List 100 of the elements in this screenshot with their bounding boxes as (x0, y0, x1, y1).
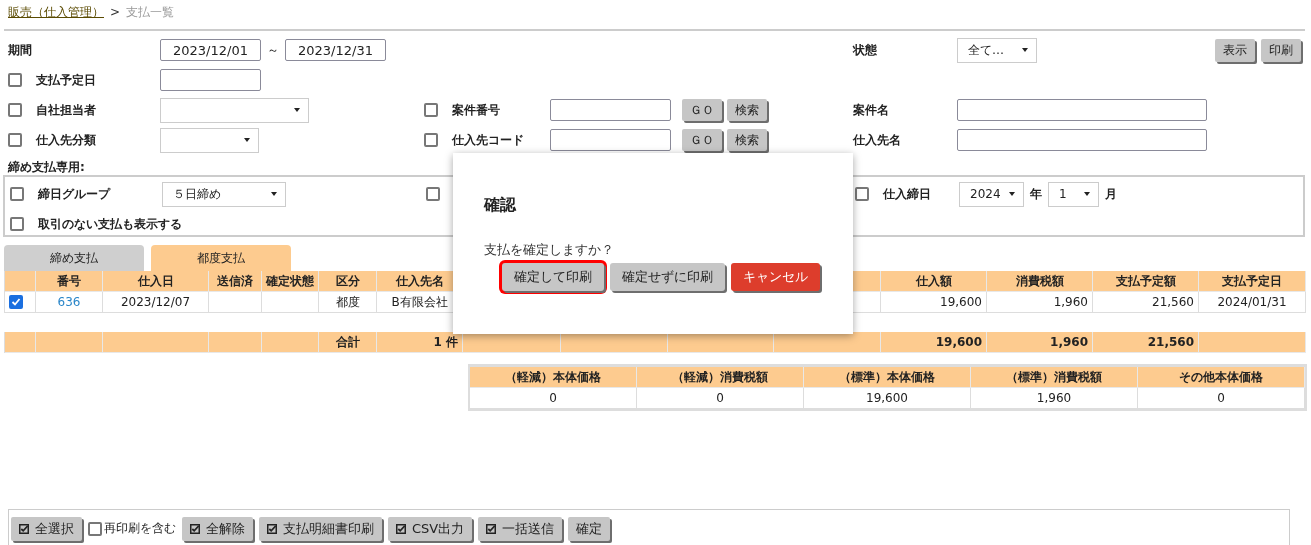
table-cell: 2023/12/07 (103, 292, 209, 313)
table-cell: 1,960 (971, 388, 1138, 409)
header-cell: 仕入額 (881, 271, 987, 292)
dialog-button[interactable]: 確定せずに印刷 (610, 263, 725, 291)
checkbox[interactable] (8, 103, 22, 117)
header-cell: 区分 (319, 271, 377, 292)
table-cell: 1,960 (987, 292, 1093, 313)
checkbox-icon (190, 523, 200, 534)
caret-icon (271, 192, 277, 196)
unit-label: 月 (1105, 185, 1117, 203)
header-cell: 支払予定額 (1093, 271, 1199, 292)
caret-icon (294, 108, 300, 112)
caret-icon (1022, 48, 1028, 52)
table-cell: 19,600 (804, 388, 971, 409)
field-label: 仕入先コード (452, 131, 524, 149)
header-cell: 仕入日 (103, 271, 209, 292)
search-button[interactable]: 検索 (727, 129, 767, 151)
field-label: 案件番号 (452, 101, 500, 119)
toolbar-button[interactable]: 支払明細書印刷 (259, 516, 382, 541)
table-cell: 21,560 (1093, 292, 1199, 313)
header-cell: （標準）本体価格 (804, 367, 971, 388)
total-cell: 1 件 (377, 332, 463, 353)
date-field[interactable]: 2023/12/01 (160, 39, 261, 61)
header-cell: （標準）消費税額 (971, 367, 1138, 388)
section-title: 締め支払専用: (7, 159, 86, 175)
caret-icon (244, 138, 250, 142)
toolbar-button[interactable]: 全選択 (11, 516, 82, 541)
header-cell: （軽減）本体価格 (470, 367, 637, 388)
field-label: 仕入先分類 (36, 131, 96, 149)
field-label: 状態 (853, 41, 877, 59)
dialog-button[interactable]: キャンセル (731, 263, 820, 291)
checkbox[interactable] (424, 133, 438, 147)
toolbar-button[interactable]: 一括送信 (478, 516, 563, 541)
checkbox[interactable] (855, 187, 869, 201)
status-select[interactable]: 全て… (957, 37, 1037, 63)
field-label: 期間 (8, 41, 32, 59)
breadcrumb-link[interactable]: 販売（仕入管理） (8, 3, 104, 21)
tab[interactable]: 締め支払 (4, 245, 144, 271)
checkbox-icon (19, 523, 29, 534)
tab[interactable]: 都度支払 (151, 245, 291, 271)
year-select[interactable]: 2024 (959, 181, 1024, 207)
header-cell: 送信済 (209, 271, 262, 292)
action-button[interactable]: 印刷 (1261, 38, 1301, 62)
closing-group-select[interactable]: ５日締め (162, 181, 286, 207)
checkbox[interactable] (10, 217, 24, 231)
checkbox-label: 再印刷を含む (104, 520, 176, 537)
checkbox[interactable] (9, 295, 23, 309)
total-cell (262, 332, 319, 353)
search-button[interactable]: 検索 (727, 99, 767, 121)
table-cell: 0 (637, 388, 804, 409)
total-cell: 21,560 (1093, 332, 1199, 353)
date-field[interactable] (160, 69, 261, 91)
table-cell: 都度 (319, 292, 377, 313)
action-button[interactable]: 表示 (1215, 38, 1255, 62)
table-cell: 19,600 (881, 292, 987, 313)
table-cell (262, 292, 319, 313)
breadcrumb-current: 支払一覧 (126, 3, 175, 21)
field-label: 仕入先名 (853, 131, 901, 149)
table-cell: 0 (470, 388, 637, 409)
header-cell: その他本体価格 (1138, 367, 1305, 388)
caret-icon (1009, 192, 1015, 196)
month-select[interactable]: 1 (1048, 181, 1099, 207)
table-cell (209, 292, 262, 313)
go-button[interactable]: ＧＯ (682, 99, 722, 121)
table-cell: 2024/01/31 (1199, 292, 1306, 313)
breadcrumb-separator: > (110, 5, 121, 19)
toolbar-button[interactable]: 確定 (568, 516, 611, 541)
total-cell: 19,600 (881, 332, 987, 353)
field-label: 支払予定日 (36, 71, 96, 89)
input-field[interactable] (550, 99, 671, 121)
checkbox[interactable] (424, 103, 438, 117)
checkbox[interactable] (8, 73, 22, 87)
toolbar-button[interactable]: 全解除 (182, 516, 253, 541)
checkbox[interactable] (8, 133, 22, 147)
total-cell (36, 332, 103, 353)
checkbox-label: 取引のない支払も表示する (38, 215, 182, 233)
checkbox[interactable] (88, 521, 102, 536)
go-button[interactable]: ＧＯ (682, 129, 722, 151)
checkbox-icon (396, 523, 406, 534)
dialog-button[interactable]: 確定して印刷 (502, 263, 604, 291)
total-cell: 1,960 (987, 332, 1093, 353)
dialog-title: 確認 (484, 195, 517, 216)
range-separator: ～ (267, 41, 279, 59)
number-link[interactable]: 636 (57, 295, 81, 309)
total-cell: 合計 (319, 332, 377, 353)
date-field[interactable]: 2023/12/31 (285, 39, 386, 61)
input-field[interactable] (957, 99, 1207, 121)
input-field[interactable] (957, 129, 1207, 151)
total-cell (5, 332, 36, 353)
total-cell (209, 332, 262, 353)
header-cell: 番号 (36, 271, 103, 292)
checkbox[interactable] (426, 187, 440, 201)
field-label: 自社担当者 (36, 101, 96, 119)
field-label: 締日グループ (38, 185, 110, 203)
toolbar-button[interactable]: CSV出力 (388, 516, 473, 541)
header-cell: 消費税額 (987, 271, 1093, 292)
checkbox[interactable] (10, 187, 24, 201)
input-field[interactable] (550, 129, 671, 151)
field-label: 仕入締日 (883, 185, 931, 203)
checkbox-icon (267, 523, 277, 534)
